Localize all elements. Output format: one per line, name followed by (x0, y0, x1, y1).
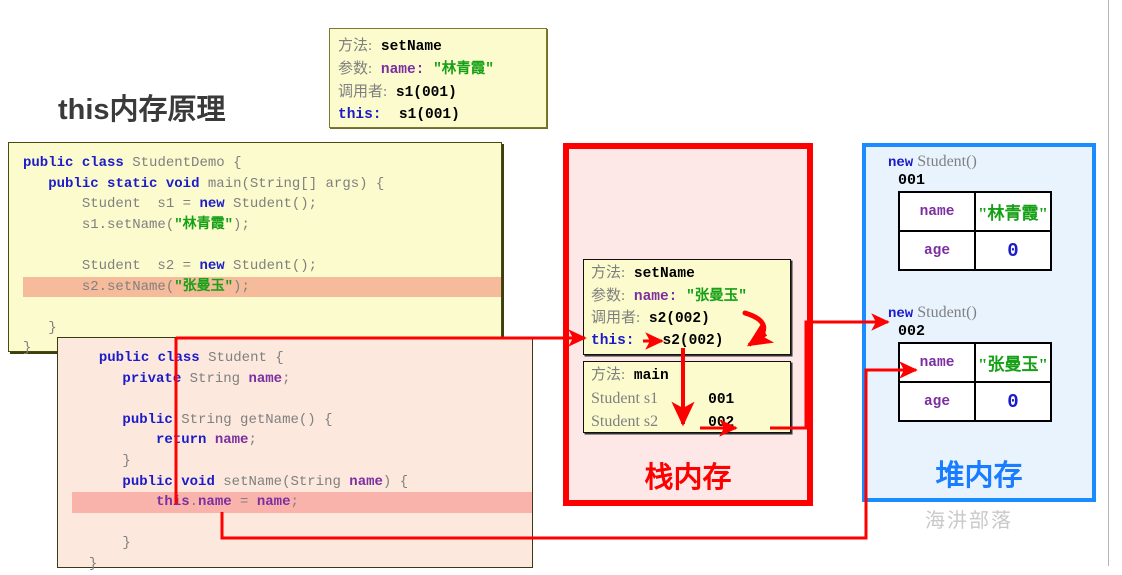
slide-canvas: this内存原理 方法: setName 参数: name: "林青霞" 调用者… (0, 0, 1122, 572)
code-student-text: public class Student { private String na… (58, 338, 532, 575)
heap-obj1-new-kw: new (888, 306, 914, 322)
setname-method-line: 方法: setName (584, 260, 790, 286)
heap-obj1-address: 002 (898, 323, 926, 340)
table-row: age 0 (898, 230, 1052, 271)
heap-obj0-new-kw: new (888, 155, 914, 171)
slide-edge-divider (1108, 0, 1109, 566)
setname-caller-line: 调用者: s2(002) (584, 308, 790, 331)
topnote-param-line: 参数: name: "林青霞" (330, 58, 546, 81)
topnote-this-value: s1(001) (398, 107, 460, 123)
main-var-row-1: Student s2 002 (584, 411, 790, 435)
heap-obj1-fields-table: name "张曼玉" age 0 (898, 342, 1052, 422)
table-row: name "张曼玉" (898, 342, 1052, 383)
heap-memory-panel: new Student() 001 name "林青霞" age 0 new S… (862, 143, 1096, 502)
main-var0-value: 001 (708, 391, 735, 408)
heap-obj0-field0-value: "林青霞" (974, 191, 1052, 232)
topnote-method-line: 方法: setName (330, 29, 546, 58)
main-var1-value: 002 (708, 415, 735, 431)
heap-memory-label: 堆内存 (935, 460, 1023, 492)
topnote-param-name: name: (380, 62, 425, 78)
topnote-param-label: 参数: (338, 61, 373, 77)
setname-param-value: "张曼玉" (686, 288, 747, 305)
heap-obj1-field0-name: name (898, 342, 976, 383)
setname-param-line: 参数: name: "张曼玉" (584, 286, 790, 309)
page-title: this内存原理 (58, 94, 226, 126)
topnote-method-value: setName (380, 39, 442, 55)
table-row: name "林青霞" (898, 191, 1052, 232)
topnote-caller-label: 调用者: (338, 84, 388, 100)
stack-frame-main: 方法: main Student s1 001 Student s2 002 (583, 361, 791, 433)
setname-caller-label: 调用者: (591, 310, 641, 326)
main-method-line: 方法: main (584, 362, 790, 388)
heap-obj0-field0-name: name (898, 191, 976, 232)
setname-this-line: this: s2(002) (584, 331, 790, 353)
heap-obj1-field0-value: "张曼玉" (974, 342, 1052, 383)
heap-obj1-field1-name: age (898, 381, 976, 422)
setname-this-label: this: (591, 332, 635, 349)
main-method-label: 方法: (591, 367, 626, 383)
watermark: 海汫部落 (925, 510, 1013, 532)
topnote-param-value: "林青霞" (433, 62, 494, 78)
topnote-method-label: 方法: (338, 38, 373, 54)
stack-memory-panel: 方法: setName 参数: name: "张曼玉" 调用者: s2(002)… (563, 143, 813, 506)
topnote-this-label: this: (338, 107, 382, 123)
main-var-row-0: Student s1 001 (584, 388, 790, 412)
code-block-studentdemo: public class StudentDemo { public static… (8, 142, 502, 356)
stack-memory-label: 栈内存 (644, 462, 732, 494)
topnote-this-line: this: s1(001) (330, 104, 546, 126)
setname-method-label: 方法: (591, 265, 626, 281)
code-block-student: public class Student { private String na… (57, 337, 533, 572)
setname-param-name: name: (633, 288, 678, 305)
heap-obj0-fields-table: name "林青霞" age 0 (898, 191, 1052, 271)
topnote-caller-value: s1(001) (395, 85, 457, 101)
heap-obj0-address: 001 (898, 172, 926, 189)
table-row: age 0 (898, 381, 1052, 422)
heap-obj0-header: new Student() (888, 153, 1052, 171)
main-method-value: main (633, 368, 669, 384)
heap-object-1: new Student() 002 name "张曼玉" age 0 (888, 304, 1052, 422)
heap-object-0: new Student() 001 name "林青霞" age 0 (888, 153, 1052, 271)
heap-obj1-field1-value: 0 (974, 381, 1052, 422)
heap-obj1-type: Student() (917, 304, 977, 321)
main-var1-decl: Student s2 (591, 413, 659, 430)
main-var0-decl: Student s1 (591, 389, 659, 407)
heap-obj0-field1-name: age (898, 230, 976, 271)
topnote-caller-line: 调用者: s1(001) (330, 81, 546, 104)
heap-obj0-field1-value: 0 (974, 230, 1052, 271)
setname-method-value: setName (633, 266, 695, 282)
setname-this-value: s2(002) (662, 332, 724, 349)
heap-obj1-header: new Student() (888, 304, 1052, 322)
setname-caller-value: s2(002) (648, 311, 710, 327)
heap-obj0-type: Student() (917, 153, 977, 170)
code-studentdemo-text: public class StudentDemo { public static… (9, 143, 501, 359)
top-call-frame-note: 方法: setName 参数: name: "林青霞" 调用者: s1(001)… (329, 28, 547, 128)
stack-frame-setname: 方法: setName 参数: name: "张曼玉" 调用者: s2(002)… (583, 259, 791, 355)
setname-param-label: 参数: (591, 287, 626, 304)
